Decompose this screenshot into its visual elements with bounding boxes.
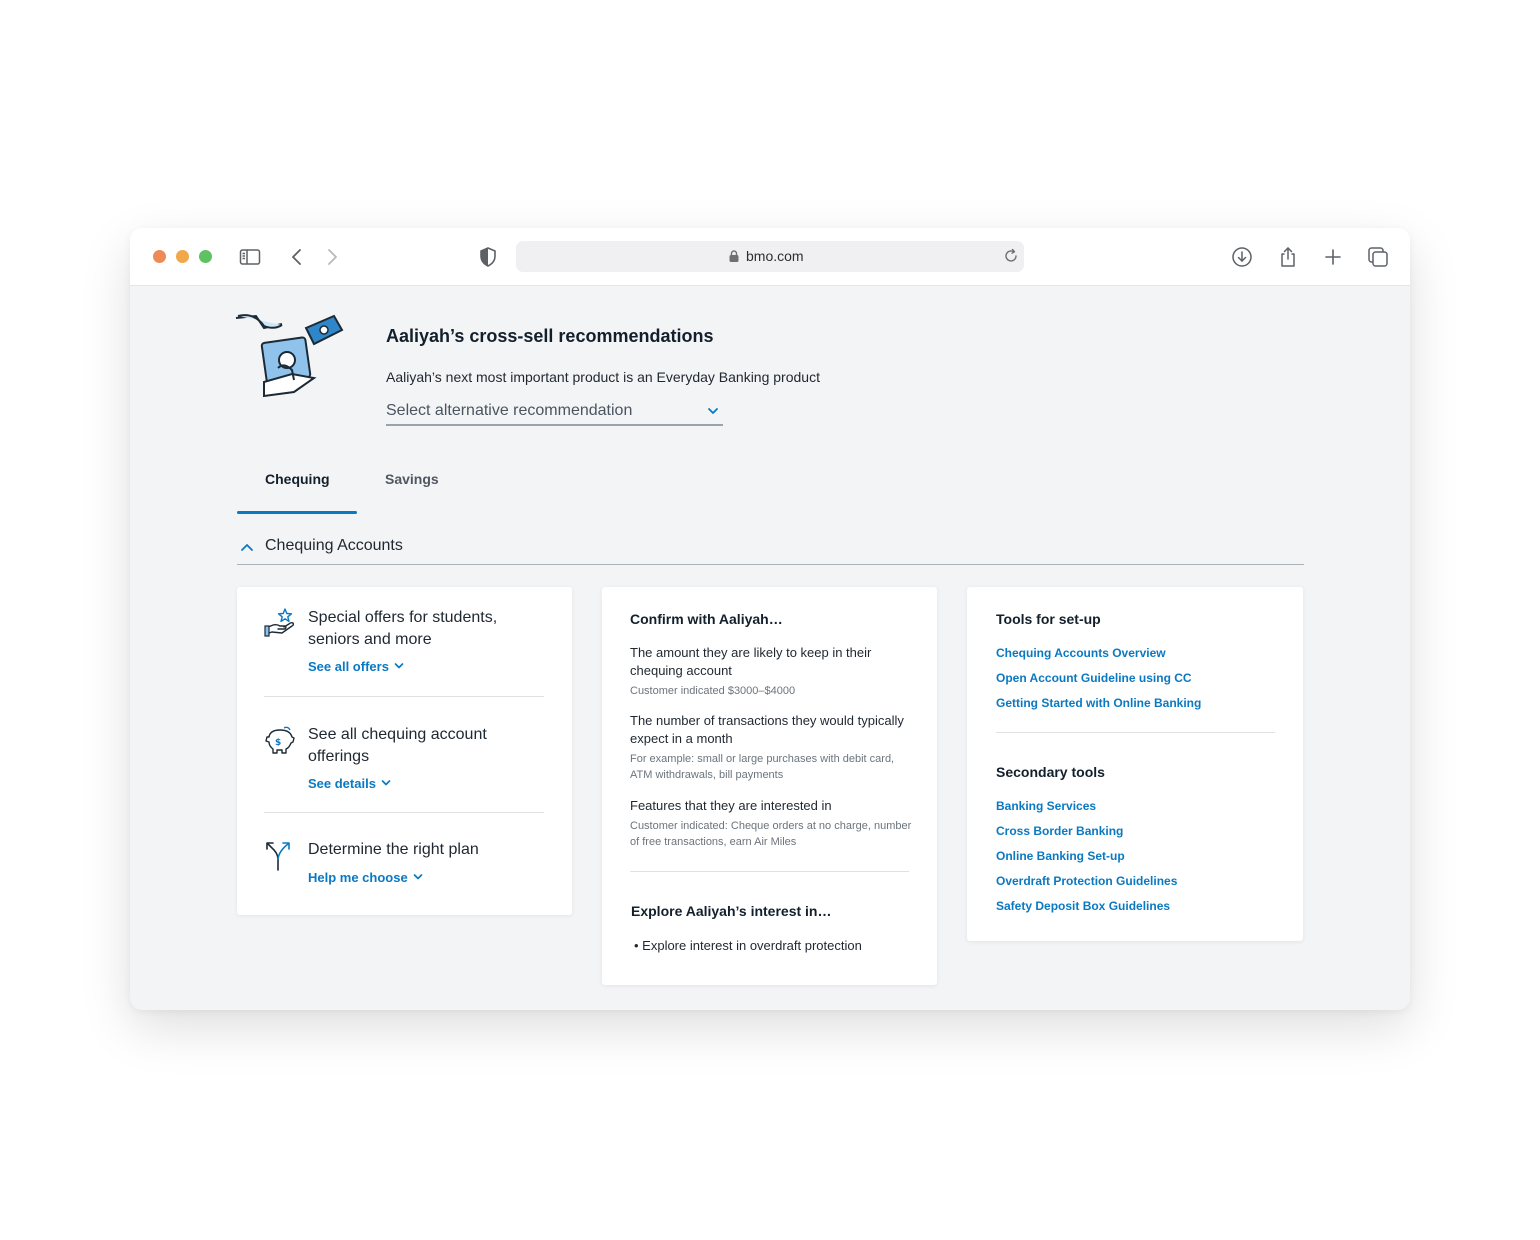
back-arrow-icon[interactable] xyxy=(285,245,309,269)
tool-link-overdraft-protection[interactable]: Overdraft Protection Guidelines xyxy=(996,874,1177,888)
tool-link-open-account-guideline[interactable]: Open Account Guideline using CC xyxy=(996,671,1192,685)
tab-chequing[interactable]: Chequing xyxy=(265,471,330,487)
tab-overview-icon[interactable] xyxy=(1366,245,1390,269)
sidebar-toggle-icon[interactable] xyxy=(238,245,262,269)
confirm-item: The number of transactions they would ty… xyxy=(630,712,915,783)
forward-arrow-icon[interactable] xyxy=(320,245,344,269)
chevron-down-icon xyxy=(708,408,718,414)
select-value: Select alternative recommendation xyxy=(386,402,633,419)
chevron-down-icon xyxy=(394,663,404,669)
zoom-window-button[interactable] xyxy=(199,250,212,263)
confirm-item: Features that they are interested in Cus… xyxy=(630,797,915,850)
secondary-tools-title: Secondary tools xyxy=(996,764,1105,780)
offer-item-chequing-offerings: $ See all chequing account offerings See… xyxy=(264,724,544,794)
page-subtitle: Aaliyah’s next most important product is… xyxy=(386,369,820,385)
hand-star-icon xyxy=(264,608,295,637)
split-arrows-icon xyxy=(266,842,290,871)
offer-divider xyxy=(264,696,544,697)
browser-toolbar: bmo.com xyxy=(130,228,1410,286)
section-title: Chequing Accounts xyxy=(265,537,403,554)
confirm-divider xyxy=(630,871,909,872)
reload-icon[interactable] xyxy=(1002,247,1020,265)
explore-title: Explore Aaliyah’s interest in… xyxy=(631,903,832,919)
tool-link-safety-deposit-box[interactable]: Safety Deposit Box Guidelines xyxy=(996,899,1170,913)
download-icon[interactable] xyxy=(1230,245,1254,269)
offer-divider xyxy=(264,812,544,813)
tool-link-online-banking-setup[interactable]: Online Banking Set-up xyxy=(996,849,1125,863)
confirm-item: The amount they are likely to keep in th… xyxy=(630,644,915,699)
page-title: Aaliyah’s cross-sell recommendations xyxy=(386,326,714,346)
tool-link-banking-services[interactable]: Banking Services xyxy=(996,799,1096,813)
chevron-up-icon xyxy=(241,544,253,551)
lock-icon xyxy=(729,250,739,262)
offers-card: Special offers for students, seniors and… xyxy=(237,587,572,915)
tool-link-online-banking-start[interactable]: Getting Started with Online Banking xyxy=(996,696,1201,710)
tool-link-chequing-overview[interactable]: Chequing Accounts Overview xyxy=(996,646,1166,660)
offer-text: Determine the right plan xyxy=(308,841,479,858)
confirm-item-note: For example: small or large purchases wi… xyxy=(630,753,895,781)
share-icon[interactable] xyxy=(1276,245,1300,269)
see-all-offers-link[interactable]: See all offers xyxy=(308,659,404,674)
confirm-item-text: Features that they are interested in xyxy=(630,798,832,813)
tools-card: Tools for set-up Chequing Accounts Overv… xyxy=(967,587,1303,941)
tools-divider xyxy=(996,732,1275,733)
confirm-item-text: The number of transactions they would ty… xyxy=(630,713,904,746)
active-tab-indicator xyxy=(237,511,357,514)
offer-item-right-plan: Determine the right plan Help me choose xyxy=(264,839,544,889)
chevron-down-icon xyxy=(413,874,423,880)
minimize-window-button[interactable] xyxy=(176,250,189,263)
confirm-card: Confirm with Aaliyah… The amount they ar… xyxy=(602,587,937,985)
browser-window: bmo.com Aaliyah’s cross-sell recommendat… xyxy=(130,228,1410,1010)
offer-text: See all chequing account offerings xyxy=(308,726,487,765)
address-bar[interactable]: bmo.com xyxy=(516,241,1024,272)
tool-link-cross-border[interactable]: Cross Border Banking xyxy=(996,824,1123,838)
chevron-down-icon xyxy=(381,780,391,786)
svg-text:$: $ xyxy=(275,738,281,748)
confirm-item-text: The amount they are likely to keep in th… xyxy=(630,645,872,678)
confirm-title: Confirm with Aaliyah… xyxy=(630,611,783,627)
link-label: See details xyxy=(308,776,376,791)
close-window-button[interactable] xyxy=(153,250,166,263)
link-label: Help me choose xyxy=(308,870,408,885)
page-content: Aaliyah’s cross-sell recommendations Aal… xyxy=(130,286,1410,1010)
link-label: See all offers xyxy=(308,659,389,674)
chequing-accounts-section-toggle[interactable]: Chequing Accounts xyxy=(237,536,1304,565)
explore-bullet: • Explore interest in overdraft protecti… xyxy=(634,938,862,953)
privacy-shield-icon[interactable] xyxy=(476,245,500,269)
money-illustration-icon xyxy=(235,314,344,398)
offer-item-special-offers: Special offers for students, seniors and… xyxy=(264,607,544,677)
confirm-item-note: Customer indicated $3000–$4000 xyxy=(630,685,796,697)
address-url: bmo.com xyxy=(746,248,804,264)
see-details-link[interactable]: See details xyxy=(308,776,391,791)
confirm-item-note: Customer indicated: Cheque orders at no … xyxy=(630,820,912,848)
piggy-bank-icon: $ xyxy=(265,726,295,754)
tab-savings[interactable]: Savings xyxy=(385,471,439,487)
alternative-recommendation-select[interactable]: Select alternative recommendation xyxy=(386,400,723,426)
offer-text: Special offers for students, seniors and… xyxy=(308,609,498,648)
tools-title: Tools for set-up xyxy=(996,611,1101,627)
new-tab-plus-icon[interactable] xyxy=(1321,245,1345,269)
help-me-choose-link[interactable]: Help me choose xyxy=(308,870,423,885)
